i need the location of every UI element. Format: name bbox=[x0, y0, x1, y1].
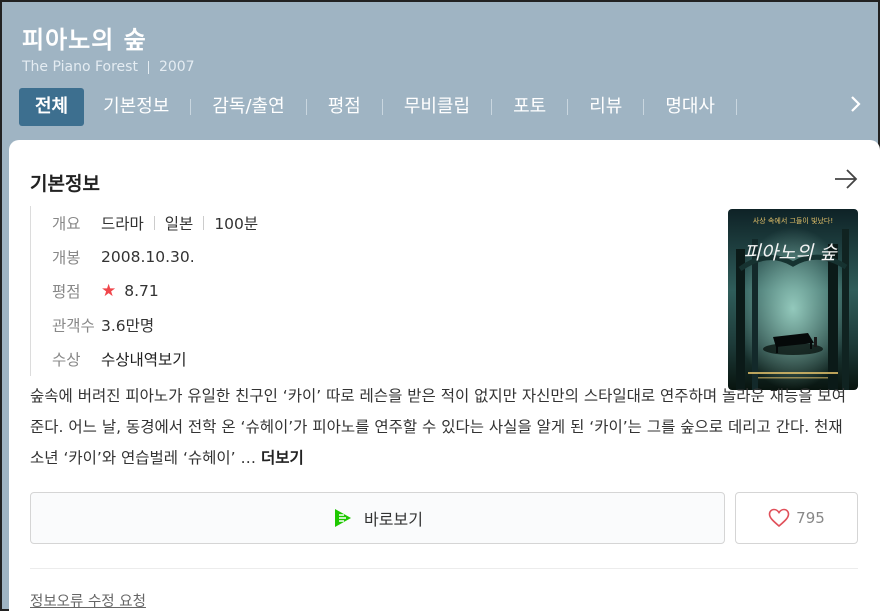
info-key: 관객수 bbox=[52, 317, 95, 335]
tab-review[interactable]: 리뷰 bbox=[579, 88, 632, 126]
value-divider bbox=[203, 216, 205, 230]
tab-divider bbox=[643, 99, 645, 115]
movie-header: 피아노의 숲 The Piano Forest 2007 전체 기본정보 감독/… bbox=[2, 2, 878, 137]
award-link[interactable]: 수상내역보기 bbox=[101, 348, 187, 370]
tab-divider bbox=[381, 99, 383, 115]
genre: 드라마 bbox=[101, 215, 144, 233]
section-more-button[interactable] bbox=[832, 166, 860, 192]
info-value: 드라마 일본 100분 bbox=[101, 212, 258, 234]
like-button[interactable]: 795 bbox=[735, 492, 858, 544]
divider bbox=[30, 568, 858, 569]
info-key: 평점 bbox=[52, 283, 81, 301]
audience-count: 3.6만명 bbox=[101, 317, 155, 335]
poster-title: 피아노의 숲 bbox=[743, 242, 838, 264]
star-icon: ★ bbox=[101, 281, 117, 301]
tab-divider bbox=[305, 99, 307, 115]
info-row-release: 개봉 2008.10.30. bbox=[31, 240, 630, 274]
synopsis: 숲속에 버려진 피아노가 유일한 친구인 ‘카이’ 따로 레슨을 받은 적이 없… bbox=[30, 381, 860, 474]
runtime: 100분 bbox=[214, 215, 259, 233]
tab-quotes[interactable]: 명대사 bbox=[655, 88, 725, 126]
poster-image: 사상 속에서 그들이 빛났다! 피아노의 숲 bbox=[728, 209, 858, 390]
tab-rating[interactable]: 평점 bbox=[318, 88, 371, 126]
tab-divider bbox=[736, 99, 737, 115]
heart-icon bbox=[768, 508, 790, 528]
country: 일본 bbox=[164, 215, 194, 233]
rating-score: 8.71 bbox=[124, 282, 159, 300]
movie-poster[interactable]: 사상 속에서 그들이 빛났다! 피아노의 숲 bbox=[728, 209, 858, 390]
like-count: 795 bbox=[796, 509, 825, 527]
tab-movie-clip[interactable]: 무비클립 bbox=[394, 88, 480, 126]
value-divider bbox=[153, 216, 155, 230]
tab-divider bbox=[567, 99, 569, 115]
watch-now-label: 바로보기 bbox=[364, 510, 423, 529]
tab-scroll-right-button[interactable] bbox=[842, 92, 870, 122]
info-key: 수상 bbox=[52, 351, 81, 369]
english-title: The Piano Forest bbox=[22, 59, 138, 75]
release-date: 2008.10.30. bbox=[101, 248, 195, 266]
info-value: ★ 8.71 bbox=[101, 281, 159, 301]
tab-divider bbox=[491, 99, 493, 115]
section-title: 기본정보 bbox=[30, 173, 100, 195]
tab-divider bbox=[190, 99, 192, 115]
report-error-link[interactable]: 정보오류 수정 요청 bbox=[30, 590, 146, 611]
release-year: 2007 bbox=[158, 59, 195, 75]
synopsis-text: 숲속에 버려진 피아노가 유일한 친구인 ‘카이’ 따로 레슨을 받은 적이 없… bbox=[30, 387, 846, 467]
chevron-right-icon bbox=[851, 96, 861, 112]
synopsis-more-link[interactable]: 더보기 bbox=[261, 449, 304, 467]
info-key: 개봉 bbox=[52, 249, 81, 267]
info-row-summary: 개요 드라마 일본 100분 bbox=[31, 206, 630, 240]
tab-bar: 전체 기본정보 감독/출연 평점 무비클립 포토 리뷰 명대사 bbox=[19, 87, 748, 127]
info-row-award: 수상 수상내역보기 bbox=[31, 342, 630, 376]
watch-now-button[interactable]: 바로보기 bbox=[30, 492, 725, 544]
subtitle-divider bbox=[147, 60, 149, 74]
tab-cast[interactable]: 감독/출연 bbox=[202, 88, 294, 126]
info-row-audience: 관객수 3.6만명 bbox=[31, 308, 630, 342]
subtitle: The Piano Forest 2007 bbox=[22, 59, 195, 75]
arrow-right-icon bbox=[835, 169, 858, 189]
info-list: 개요 드라마 일본 100분 개봉 2008.10.30. 평점 ★ 8.71 … bbox=[30, 206, 630, 376]
tab-all[interactable]: 전체 bbox=[19, 88, 85, 126]
page-title: 피아노의 숲 bbox=[22, 26, 147, 54]
play-icon bbox=[335, 509, 352, 527]
tab-photo[interactable]: 포토 bbox=[503, 88, 556, 126]
info-row-rating: 평점 ★ 8.71 bbox=[31, 274, 630, 308]
basic-info-card: 기본정보 개요 드라마 일본 100분 개봉 2008.10.30. 평점 ★ … bbox=[9, 140, 880, 611]
poster-tagline: 사상 속에서 그들이 빛났다! bbox=[753, 216, 833, 225]
tab-basic-info[interactable]: 기본정보 bbox=[93, 88, 179, 126]
info-key: 개요 bbox=[52, 215, 81, 233]
